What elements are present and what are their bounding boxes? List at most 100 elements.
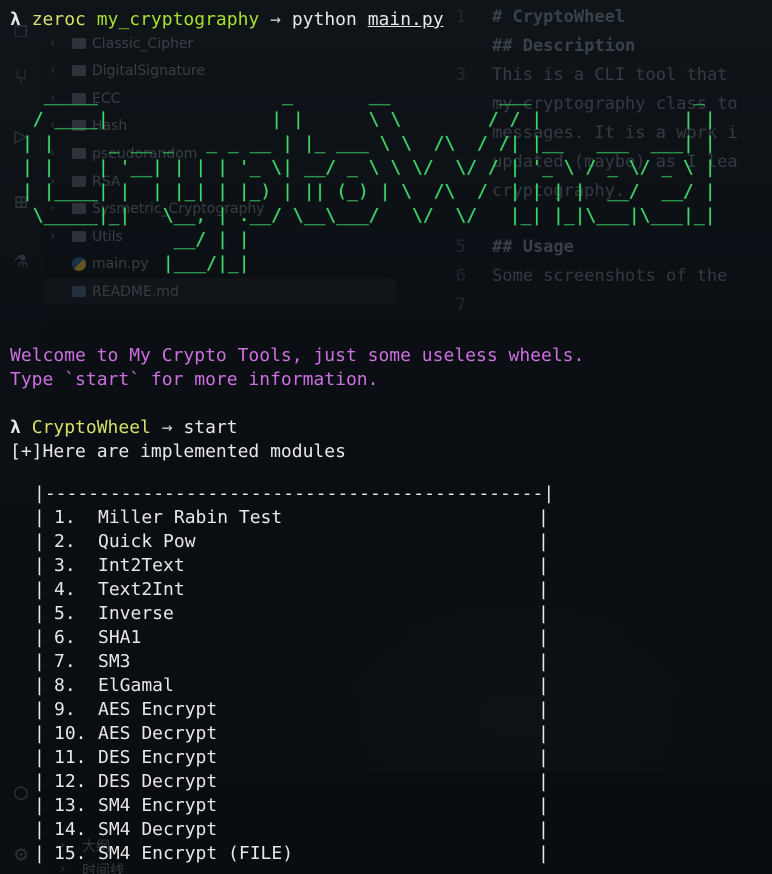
menu-border-left: | — [34, 603, 45, 624]
menu-item-name: Text2Int — [98, 579, 185, 600]
menu-item-name: Inverse — [98, 603, 174, 624]
menu-item-name: SHA1 — [98, 627, 142, 648]
menu-border-right: | — [538, 531, 549, 552]
menu-border-left: | — [34, 771, 45, 792]
menu-item: | 3. Int2Text | — [34, 554, 554, 578]
menu-item: | 5. Inverse | — [34, 602, 554, 626]
menu-border-right: | — [538, 795, 549, 816]
menu-item: | 12. DES Decrypt | — [34, 770, 554, 794]
modules-menu: |---------------------------------------… — [34, 482, 554, 866]
menu-item: | 11. DES Encrypt | — [34, 746, 554, 770]
app-prompt-name: CryptoWheel — [31, 417, 151, 438]
prompt-user: zeroc — [31, 9, 86, 30]
arrow-right-icon: → — [270, 9, 281, 30]
menu-item-name: Int2Text — [98, 555, 185, 576]
menu-border-right: | — [538, 771, 549, 792]
menu-border-left: | — [34, 699, 45, 720]
menu-item: | 8. ElGamal | — [34, 674, 554, 698]
menu-border-left: | — [34, 555, 45, 576]
menu-item-number: 1. — [54, 507, 76, 528]
menu-item-number: 12. — [54, 771, 87, 792]
menu-border-right: | — [538, 603, 549, 624]
menu-item-name: SM4 Decrypt — [98, 819, 218, 840]
menu-border-left: | — [34, 627, 45, 648]
lambda-icon: λ — [10, 9, 21, 30]
terminal-window: ❐ ⑂ ▷ ⊞ ⚗ ◯ ⚙ › Classic_Cipher › Digital… — [0, 0, 772, 874]
menu-item-name: DES Decrypt — [98, 771, 218, 792]
menu-item-number: 10. — [54, 723, 87, 744]
menu-item-name: SM3 — [98, 651, 131, 672]
command-argument-link[interactable]: main.py — [368, 9, 444, 30]
editor-line: 7 — [455, 294, 466, 315]
help-hint-line: Type `start` for more information. — [10, 369, 379, 390]
menu-item: | 9. AES Encrypt | — [34, 698, 554, 722]
menu-item-name: Miller Rabin Test — [98, 507, 283, 528]
menu-item-name: AES Encrypt — [98, 699, 218, 720]
menu-top-border: |---------------------------------------… — [34, 483, 555, 504]
menu-border-right: | — [538, 723, 549, 744]
menu-item-number: 9. — [54, 699, 76, 720]
menu-border-left: | — [34, 747, 45, 768]
menu-item-number: 5. — [54, 603, 76, 624]
markdown-file-icon — [72, 286, 86, 297]
menu-item-number: 8. — [54, 675, 76, 696]
explorer-item: README.md — [44, 278, 396, 305]
explorer-item-label: README.md — [92, 283, 179, 300]
menu-item: | 7. SM3 | — [34, 650, 554, 674]
menu-border-right: | — [538, 555, 549, 576]
menu-item-number: 2. — [54, 531, 76, 552]
menu-border-right: | — [538, 819, 549, 840]
welcome-line: Welcome to My Crypto Tools, just some us… — [10, 345, 585, 366]
menu-border-right: | — [538, 579, 549, 600]
menu-border-left: | — [34, 723, 45, 744]
menu-border-left: | — [34, 675, 45, 696]
menu-item-name: Quick Pow — [98, 531, 196, 552]
menu-item-number: 4. — [54, 579, 76, 600]
lambda-icon: λ — [10, 417, 21, 438]
menu-item-number: 7. — [54, 651, 76, 672]
menu-item: | 4. Text2Int | — [34, 578, 554, 602]
menu-border-right: | — [538, 699, 549, 720]
menu-item-name: SM4 Encrypt — [98, 795, 218, 816]
app-prompt-line: λ CryptoWheel → start — [10, 416, 238, 440]
menu-item: | 1. Miller Rabin Test | — [34, 506, 554, 530]
menu-item-number: 11. — [54, 747, 87, 768]
menu-item-name: AES Decrypt — [98, 723, 218, 744]
menu-border-left: | — [34, 531, 45, 552]
menu-item-name: ElGamal — [98, 675, 174, 696]
menu-item: | 14. SM4 Decrypt | — [34, 818, 554, 842]
menu-border-left: | — [34, 651, 45, 672]
ascii-art-logo: _____ _ __ ___ _ / ____| | | \ \ / / | |… — [22, 85, 716, 274]
menu-border-right: | — [538, 507, 549, 528]
menu-item-number: 3. — [54, 555, 76, 576]
menu-item-name: DES Encrypt — [98, 747, 218, 768]
account-icon: ◯ — [14, 780, 28, 805]
menu-item: | 2. Quick Pow | — [34, 530, 554, 554]
modules-header: [+]Here are implemented modules — [10, 441, 346, 462]
menu-item: | 15. SM4 Encrypt (FILE) | — [34, 842, 554, 866]
menu-item-number: 15. — [54, 843, 87, 864]
shell-command: python — [291, 9, 357, 30]
menu-item: | 13. SM4 Encrypt | — [34, 794, 554, 818]
menu-border-right: | — [538, 675, 549, 696]
menu-item-number: 14. — [54, 819, 87, 840]
menu-border-left: | — [34, 579, 45, 600]
arrow-right-icon: → — [161, 417, 173, 438]
gear-icon: ⚙ — [14, 842, 28, 867]
menu-border-right: | — [538, 843, 549, 864]
menu-item: | 6. SHA1 | — [34, 626, 554, 650]
menu-item: | 10. AES Decrypt | — [34, 722, 554, 746]
shell-prompt-line: λ zeroc my_cryptography → python main.py — [10, 8, 444, 32]
menu-item-name: SM4 Encrypt (FILE) — [98, 843, 294, 864]
menu-border-right: | — [538, 627, 549, 648]
prompt-cwd: my_cryptography — [96, 9, 260, 30]
menu-border-left: | — [34, 507, 45, 528]
app-command: start — [183, 417, 238, 438]
menu-border-left: | — [34, 843, 45, 864]
menu-item-number: 6. — [54, 627, 76, 648]
menu-border-left: | — [34, 819, 45, 840]
menu-border-right: | — [538, 651, 549, 672]
menu-border-right: | — [538, 747, 549, 768]
menu-border-left: | — [34, 795, 45, 816]
menu-item-number: 13. — [54, 795, 87, 816]
